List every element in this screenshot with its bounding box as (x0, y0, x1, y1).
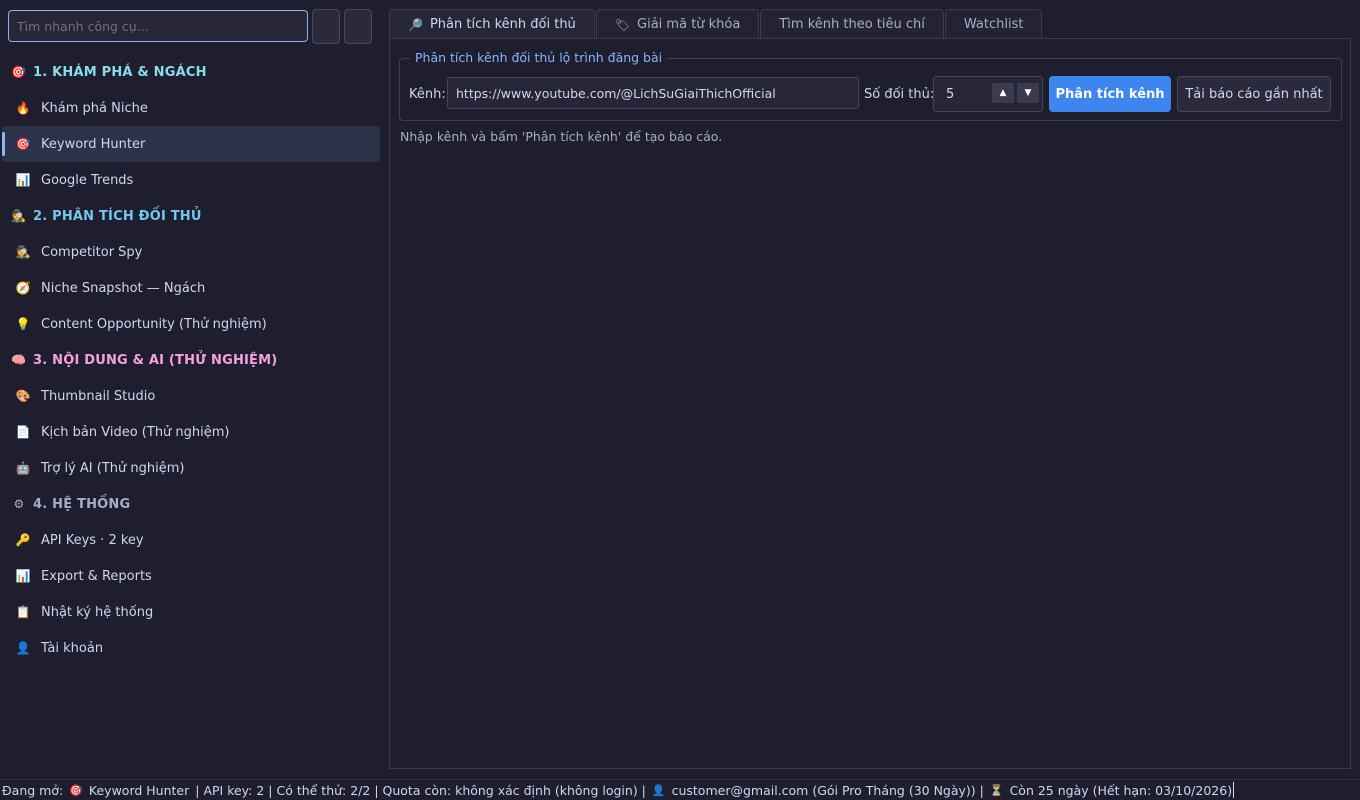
sidebar-item-account[interactable]: 👤 Tài khoản (2, 630, 380, 666)
status-user: customer@gmail.com (Gói Pro Tháng (30 Ng… (671, 782, 984, 798)
section-label: 4. HỆ THỐNG (33, 496, 131, 512)
target-icon: 🎯 (11, 65, 27, 79)
sidebar-item-label: Trợ lý AI (Thử nghiệm) (41, 460, 185, 476)
tab-label: Phân tích kênh đối thủ (429, 17, 576, 32)
tab-panel: Phân tích kênh đối thủ lộ trình đăng bài… (389, 38, 1351, 769)
sidebar-item-label: Nhật ký hệ thống (41, 604, 154, 620)
robot-icon: 🤖 (15, 461, 31, 475)
sidebar-item-label: API Keys · 2 key (41, 532, 144, 548)
hint-text: Nhập kênh và bấm 'Phân tích kênh' để tạo… (400, 129, 723, 144)
magnifier-icon: 🔎 (408, 17, 423, 32)
hourglass-icon: ⏳ (989, 783, 1004, 797)
tab-competitor-channel-analysis[interactable]: 🔎 Phân tích kênh đối thủ (389, 9, 595, 39)
sidebar-item-label: Khám phá Niche (41, 100, 148, 116)
bar-chart-icon: 📊 (15, 569, 31, 583)
section-header-competitors[interactable]: 🕵 2. PHÂN TÍCH ĐỐI THỦ (0, 198, 384, 234)
channel-url-input[interactable] (447, 77, 859, 109)
sidebar-item-thumbnail-studio[interactable]: 🎨 Thumbnail Studio (2, 378, 380, 414)
section-label: 3. NỘI DUNG & AI (THỬ NGHIỆM) (33, 352, 278, 368)
nav-menu: 🎯 1. KHÁM PHÁ & NGÁCH 🔥 Khám phá Niche 🎯… (0, 54, 384, 666)
section-header-system[interactable]: ⚙ 4. HỆ THỐNG (0, 486, 384, 522)
sidebar-item-label: Thumbnail Studio (41, 388, 156, 404)
tag-icon: 🏷 (614, 17, 631, 32)
sidebar-item-niche-snapshot[interactable]: 🧭 Niche Snapshot — Ngách (2, 270, 380, 306)
channel-label: Kênh: (409, 87, 446, 102)
sidebar-item-competitor-spy[interactable]: 🕵 Competitor Spy (2, 234, 380, 270)
search-input[interactable] (8, 10, 308, 42)
sidebar-item-google-trends[interactable]: 📊 Google Trends (2, 162, 380, 198)
sidebar-item-label: Content Opportunity (Thử nghiệm) (41, 316, 267, 332)
sidebar-item-label: Niche Snapshot — Ngách (41, 280, 206, 296)
sidebar-item-label: Tài khoản (41, 640, 104, 656)
search-option-button-1[interactable] (312, 9, 340, 44)
compass-icon: 🧭 (15, 281, 31, 295)
user-icon: 👤 (15, 641, 31, 655)
sidebar-item-label: Keyword Hunter (41, 136, 146, 152)
brain-icon: 🧠 (11, 353, 27, 367)
sidebar: 🎯 1. KHÁM PHÁ & NGÁCH 🔥 Khám phá Niche 🎯… (0, 0, 384, 778)
gear-icon: ⚙ (13, 497, 25, 511)
section-header-discovery[interactable]: 🎯 1. KHÁM PHÁ & NGÁCH (0, 54, 384, 90)
sidebar-item-api-keys[interactable]: 🔑 API Keys · 2 key (2, 522, 380, 558)
tab-label: Watchlist (963, 17, 1024, 32)
analyze-channel-button[interactable]: Phân tích kênh (1049, 76, 1171, 112)
tab-watchlist[interactable]: Watchlist (944, 9, 1043, 39)
sidebar-item-system-log[interactable]: 📋 Nhật ký hệ thống (2, 594, 380, 630)
section-label: 2. PHÂN TÍCH ĐỐI THỦ (33, 208, 202, 224)
sidebar-item-label: Kịch bản Video (Thử nghiệm) (41, 424, 230, 440)
status-bar: Đang mở: 🎯 Keyword Hunter | API key: 2 |… (0, 779, 1360, 800)
analysis-groupbox: Phân tích kênh đối thủ lộ trình đăng bài… (399, 50, 1342, 121)
bar-chart-icon: 📊 (15, 173, 31, 187)
competitors-label: Số đối thủ: (864, 87, 935, 102)
tab-label: Tìm kênh theo tiêu chí (779, 17, 925, 32)
sidebar-item-label: Competitor Spy (41, 244, 143, 260)
clipboard-icon: 📋 (15, 605, 31, 619)
sidebar-item-export-reports[interactable]: 📊 Export & Reports (2, 558, 380, 594)
groupbox-title: Phân tích kênh đối thủ lộ trình đăng bài (410, 50, 668, 65)
section-header-content-ai[interactable]: 🧠 3. NỘI DUNG & AI (THỬ NGHIỆM) (0, 342, 384, 378)
sidebar-item-content-opportunity[interactable]: 💡 Content Opportunity (Thử nghiệm) (2, 306, 380, 342)
section-label: 1. KHÁM PHÁ & NGÁCH (33, 64, 207, 80)
status-open-value: Keyword Hunter (88, 782, 190, 798)
tab-keyword-decode[interactable]: 🏷 Giải mã từ khóa (595, 9, 760, 39)
download-latest-report-button[interactable]: Tải báo cáo gần nhất (1177, 76, 1331, 112)
target-icon: 🎯 (15, 137, 31, 151)
tab-bar: 🔎 Phân tích kênh đối thủ 🏷 Giải mã từ kh… (389, 9, 1043, 39)
key-icon: 🔑 (15, 533, 31, 547)
palette-icon: 🎨 (15, 389, 31, 403)
tab-find-channels-by-criteria[interactable]: Tìm kênh theo tiêu chí (760, 9, 944, 39)
sidebar-item-keyword-hunter[interactable]: 🎯 Keyword Hunter (2, 126, 380, 162)
sidebar-item-label: Google Trends (41, 172, 134, 188)
search-option-button-2[interactable] (344, 9, 372, 44)
lightbulb-icon: 💡 (15, 317, 31, 331)
status-remaining: Còn 25 ngày (Hết hạn: 03/10/2026) (1009, 782, 1233, 798)
detective-icon: 🕵 (15, 245, 31, 259)
spin-down-button[interactable]: ▼ (1017, 83, 1039, 103)
spin-up-button[interactable]: ▲ (992, 83, 1014, 103)
status-open-label: Đang mở: (2, 782, 64, 798)
competitors-spinbox[interactable]: 5 ▲ ▼ (933, 76, 1043, 112)
detective-icon: 🕵 (11, 209, 27, 223)
spinbox-value[interactable]: 5 (946, 87, 954, 102)
sidebar-item-video-script[interactable]: 📄 Kịch bản Video (Thử nghiệm) (2, 414, 380, 450)
document-icon: 📄 (15, 425, 31, 439)
status-details: | API key: 2 | Có thể thử: 2/2 | Quota c… (195, 782, 646, 798)
sidebar-item-label: Export & Reports (41, 568, 152, 584)
sidebar-item-niche-discovery[interactable]: 🔥 Khám phá Niche (2, 90, 380, 126)
text-cursor (1233, 782, 1235, 798)
sidebar-item-ai-assistant[interactable]: 🤖 Trợ lý AI (Thử nghiệm) (2, 450, 380, 486)
fire-icon: 🔥 (15, 101, 31, 115)
target-icon: 🎯 (69, 783, 83, 797)
tab-label: Giải mã từ khóa (637, 17, 741, 32)
user-icon: 👤 (651, 783, 666, 797)
